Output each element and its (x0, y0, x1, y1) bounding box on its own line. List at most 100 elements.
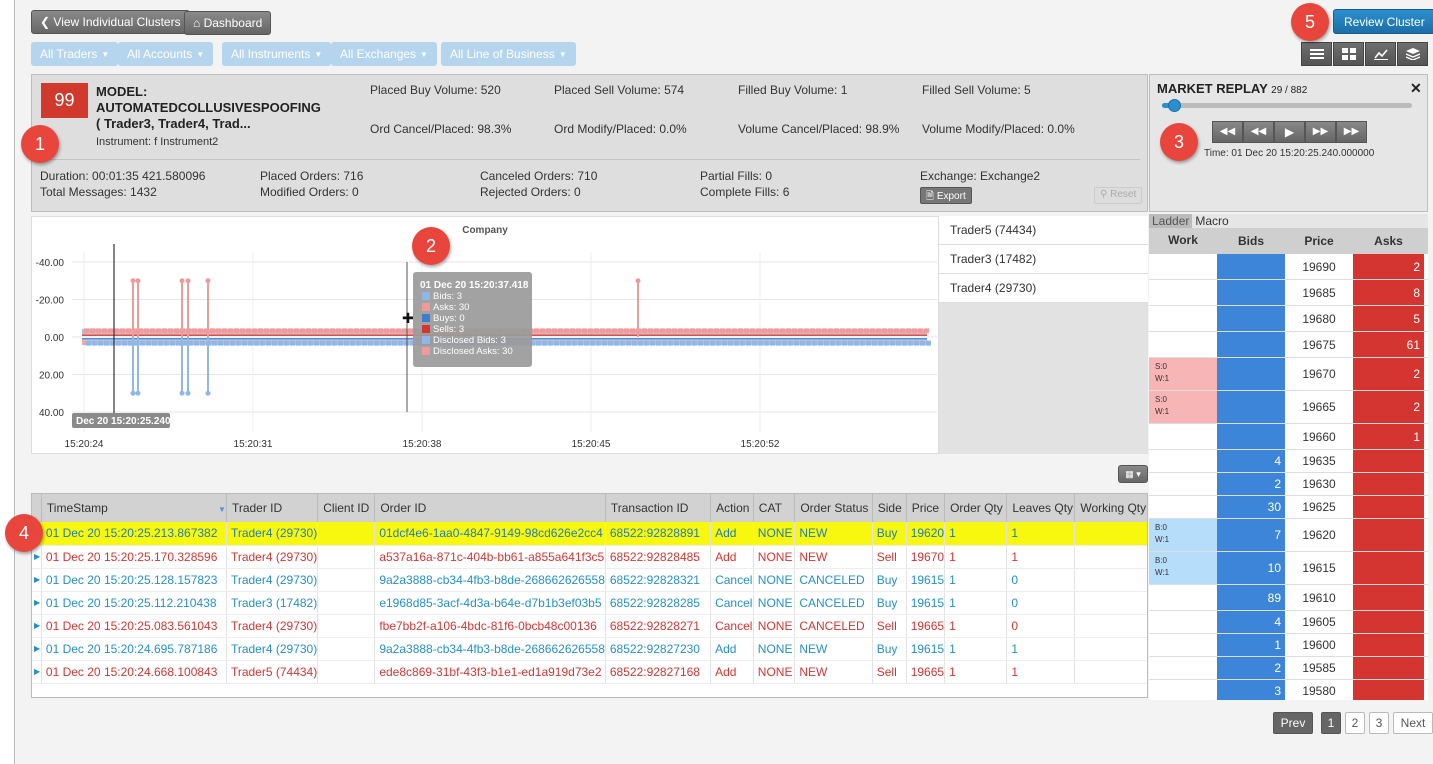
trader-legend-item[interactable]: Trader4 (29730) (939, 274, 1148, 303)
filter-dropdown-5[interactable]: All Line of Business ▼ (441, 42, 576, 66)
layers-view-button[interactable] (1397, 42, 1428, 66)
column-header[interactable]: TimeStamp ▼ (41, 494, 227, 522)
chart-view-button[interactable] (1365, 42, 1396, 66)
dashboard-button[interactable]: ⌂ Dashboard (184, 11, 272, 35)
filter-dropdown-4[interactable]: All Exchanges ▼ (331, 42, 437, 66)
ladder-row[interactable]: 30 19625 (1149, 496, 1428, 519)
tab-ladder[interactable]: Ladder (1149, 214, 1193, 228)
grid-view-button[interactable] (1333, 42, 1364, 66)
ladder-row[interactable]: 19685 8 (1149, 280, 1428, 306)
filter-dropdown-3[interactable]: All Instruments ▼ (222, 42, 332, 66)
ladder-asks-cell[interactable]: 5 (1353, 306, 1424, 331)
prev-page-button[interactable]: Prev (1273, 712, 1313, 734)
expand-row-icon[interactable]: ▶ (32, 637, 42, 661)
ladder-asks-cell[interactable] (1353, 611, 1424, 633)
ladder-asks-cell[interactable]: 2 (1353, 358, 1424, 390)
table-row[interactable]: ▶ 01 Dec 20 15:20:25.128.157823 Trader4 (2… (32, 568, 1147, 592)
ladder-bids-cell[interactable]: 3 (1217, 680, 1285, 700)
ladder-asks-cell[interactable] (1353, 657, 1424, 679)
column-header[interactable]: Order Status (794, 494, 873, 522)
close-icon[interactable]: ✕ (1410, 80, 1422, 97)
filter-dropdown-2[interactable]: All Accounts ▼ (118, 42, 214, 66)
page-2-button[interactable]: 2 (1345, 712, 1365, 734)
order-chart[interactable]: -40.00 -20.00 0.00 20.00 40.00 15:20:24 15:20:… (32, 217, 940, 455)
ladder-bids-cell[interactable]: 1 (1217, 634, 1285, 656)
ladder-row[interactable]: 2 19630 (1149, 473, 1428, 496)
tab-macro[interactable]: Macro (1192, 214, 1231, 228)
column-header[interactable]: Order ID (374, 494, 606, 522)
ladder-row[interactable]: S:0 W:1 19670 2 (1149, 358, 1428, 391)
ladder-asks-cell[interactable] (1353, 519, 1424, 551)
next-page-button[interactable]: Next (1393, 712, 1433, 734)
ladder-row[interactable]: 19675 61 (1149, 332, 1428, 358)
ladder-row[interactable]: 1 19600 (1149, 634, 1428, 657)
ladder-bids-cell[interactable] (1217, 358, 1285, 390)
table-row[interactable]: 01 Dec 20 15:20:25.213.867382 Trader4 (29… (32, 522, 1147, 546)
column-header[interactable]: Price (906, 494, 946, 522)
ladder-bids-cell[interactable] (1217, 280, 1285, 305)
trader-legend-item[interactable]: Trader5 (74434) (939, 216, 1148, 245)
column-header[interactable]: Working Qty (1074, 494, 1147, 522)
ladder-row[interactable]: S:0 W:1 19665 2 (1149, 391, 1428, 424)
column-header[interactable]: Transaction ID (605, 494, 712, 522)
ladder-row[interactable]: 4 19605 (1149, 611, 1428, 634)
column-header[interactable]: Trader ID (226, 494, 319, 522)
ladder-asks-cell[interactable] (1353, 473, 1424, 495)
ladder-row[interactable]: 2 19585 (1149, 657, 1428, 680)
trader-legend-item[interactable]: Trader3 (17482) (939, 245, 1148, 274)
table-row[interactable]: ▶ 01 Dec 20 15:20:25.170.328596 Trader4 (2… (32, 545, 1147, 569)
filter-dropdown-1[interactable]: All Traders ▼ (31, 42, 119, 66)
view-clusters-button[interactable]: ❮ View Individual Clusters (31, 10, 190, 34)
reset-button[interactable]: ⚲ Reset (1094, 187, 1143, 204)
ladder-bids-cell[interactable] (1217, 424, 1285, 449)
ladder-bids-cell[interactable]: 30 (1217, 496, 1285, 518)
column-header[interactable]: Order Qty (944, 494, 1008, 522)
ladder-bids-cell[interactable]: 2 (1217, 473, 1285, 495)
table-row[interactable]: ▶ 01 Dec 20 15:20:25.112.210438 Trader3 (1… (32, 591, 1147, 615)
ladder-asks-cell[interactable]: 1 (1353, 424, 1424, 449)
ladder-row[interactable]: 3 19580 (1149, 680, 1428, 700)
replay-slider-handle[interactable] (1168, 99, 1182, 112)
column-header[interactable]: Side (872, 494, 907, 522)
ladder-bids-cell[interactable] (1217, 306, 1285, 331)
ladder-bids-cell[interactable]: 89 (1217, 585, 1285, 610)
ladder-bids-cell[interactable]: 2 (1217, 657, 1285, 679)
ladder-bids-cell[interactable]: 4 (1217, 450, 1285, 472)
column-menu-button[interactable]: ▦ ▾ (1118, 465, 1148, 483)
page-1-button[interactable]: 1 (1321, 712, 1341, 734)
ladder-asks-cell[interactable]: 2 (1353, 391, 1424, 423)
ladder-asks-cell[interactable] (1353, 552, 1424, 584)
table-row[interactable]: ▶ 01 Dec 20 15:20:24.668.100843 Trader5 (7… (32, 660, 1147, 684)
ladder-bids-cell[interactable] (1217, 391, 1285, 423)
ladder-bids-cell[interactable] (1217, 254, 1285, 279)
ladder-asks-cell[interactable] (1353, 680, 1424, 700)
expand-row-icon[interactable]: ▶ (32, 660, 42, 684)
fast-forward-button[interactable]: ▶▶ (1305, 121, 1336, 143)
ladder-row[interactable]: 19690 2 (1149, 254, 1428, 280)
column-header[interactable]: CAT (753, 494, 796, 522)
skip-start-button[interactable]: ◀◀ (1212, 121, 1243, 143)
ladder-asks-cell[interactable] (1353, 496, 1424, 518)
ladder-bids-cell[interactable] (1217, 332, 1285, 357)
page-3-button[interactable]: 3 (1369, 712, 1389, 734)
ladder-row[interactable]: 19680 5 (1149, 306, 1428, 332)
replay-slider-track[interactable] (1162, 99, 1412, 112)
ladder-row[interactable]: B:0 W:1 7 19620 (1149, 519, 1428, 552)
expand-row-icon[interactable]: ▶ (32, 614, 42, 638)
skip-end-button[interactable]: ▶▶ (1336, 121, 1367, 143)
ladder-asks-cell[interactable] (1353, 450, 1424, 472)
ladder-asks-cell[interactable]: 61 (1353, 332, 1424, 357)
ladder-asks-cell[interactable] (1353, 634, 1424, 656)
table-row[interactable]: ▶ 01 Dec 20 15:20:25.083.561043 Trader4 (2… (32, 614, 1147, 638)
column-header[interactable]: Leaves Qty (1006, 494, 1076, 522)
review-cluster-button[interactable]: Review Cluster (1333, 9, 1433, 34)
ladder-row[interactable]: B:0 W:1 10 19615 (1149, 552, 1428, 585)
ladder-bids-cell[interactable]: 7 (1217, 519, 1285, 551)
export-button[interactable]: 🗎 Export (920, 187, 972, 204)
table-row[interactable]: ▶ 01 Dec 20 15:20:24.695.787186 Trader4 (2… (32, 637, 1147, 661)
list-view-button[interactable] (1301, 42, 1332, 66)
expand-row-icon[interactable]: ▶ (32, 568, 42, 592)
ladder-asks-cell[interactable]: 2 (1353, 254, 1424, 279)
ladder-row[interactable]: 4 19635 (1149, 450, 1428, 473)
rewind-button[interactable]: ◀◀ (1243, 121, 1274, 143)
